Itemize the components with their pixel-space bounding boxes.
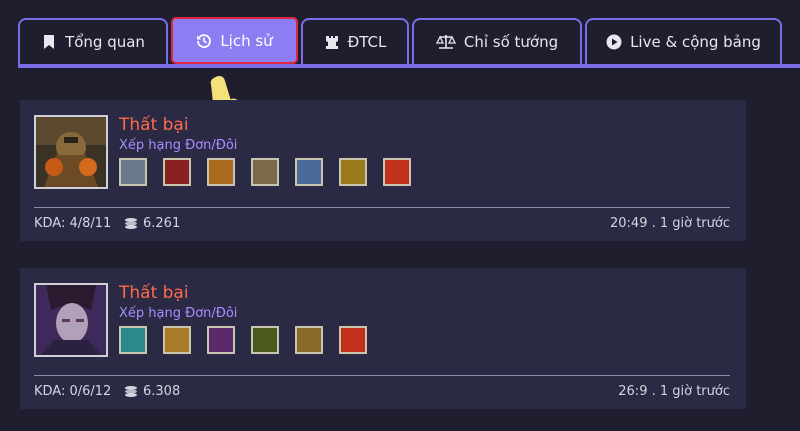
tab-overview[interactable]: Tổng quan <box>18 18 168 64</box>
gold-amount: 6.261 <box>124 216 180 231</box>
item-icon[interactable] <box>295 326 323 354</box>
item-icon[interactable] <box>295 158 323 186</box>
scale-icon <box>435 34 456 50</box>
tab-label: Tổng quan <box>65 33 145 51</box>
tab-live-leaderboard[interactable]: Live & cộng bảng <box>585 18 782 64</box>
rook-icon <box>324 34 340 50</box>
item-icon[interactable] <box>163 326 191 354</box>
kda-text: KDA: 0/6/12 <box>34 384 112 399</box>
tab-label: Live & cộng bảng <box>630 33 761 51</box>
item-list <box>119 158 427 186</box>
gold-value: 6.261 <box>143 216 181 231</box>
gold-value: 6.308 <box>143 384 181 399</box>
tab-underline <box>18 64 800 68</box>
tab-history[interactable]: Lịch sử <box>171 17 298 64</box>
tab-champion-stats[interactable]: Chỉ số tướng <box>412 18 582 64</box>
queue-type: Xếp hạng Đơn/Đôi <box>119 138 238 153</box>
tab-label: Lịch sử <box>220 31 273 50</box>
item-icon[interactable] <box>251 326 279 354</box>
item-icon[interactable] <box>207 158 235 186</box>
item-icon[interactable] <box>119 158 147 186</box>
coin-stack-icon <box>124 385 138 399</box>
play-icon <box>606 34 622 50</box>
item-icon[interactable] <box>251 158 279 186</box>
match-card[interactable]: Thất bại Xếp hạng Đơn/Đôi KDA: 4/8/11 6.… <box>20 100 746 241</box>
gold-amount: 6.308 <box>124 384 180 399</box>
match-card[interactable]: Thất bại Xếp hạng Đơn/Đôi KDA: 0/6/12 6.… <box>20 268 746 409</box>
item-icon[interactable] <box>207 326 235 354</box>
item-icon[interactable] <box>383 158 411 186</box>
champion-avatar <box>34 115 108 189</box>
match-time: 26:9 . 1 giờ trước <box>618 384 730 399</box>
bookmark-icon <box>41 34 57 50</box>
coin-stack-icon <box>124 217 138 231</box>
tab-label: Chỉ số tướng <box>463 33 559 51</box>
item-list <box>119 326 383 354</box>
match-result: Thất bại <box>119 115 189 135</box>
queue-type: Xếp hạng Đơn/Đôi <box>119 306 238 321</box>
divider <box>34 375 730 376</box>
kda-text: KDA: 4/8/11 <box>34 216 112 231</box>
champion-avatar <box>34 283 108 357</box>
history-icon <box>196 33 212 49</box>
item-icon[interactable] <box>339 158 367 186</box>
tab-label: ĐTCL <box>347 33 387 51</box>
tab-bar: Tổng quan Lịch sử ĐTCL Chỉ số tướng Live… <box>0 0 800 70</box>
item-icon[interactable] <box>163 158 191 186</box>
item-icon[interactable] <box>339 326 367 354</box>
item-icon[interactable] <box>119 326 147 354</box>
tab-tft[interactable]: ĐTCL <box>301 18 409 64</box>
match-time: 20:49 . 1 giờ trước <box>610 216 730 231</box>
match-result: Thất bại <box>119 283 189 303</box>
divider <box>34 207 730 208</box>
